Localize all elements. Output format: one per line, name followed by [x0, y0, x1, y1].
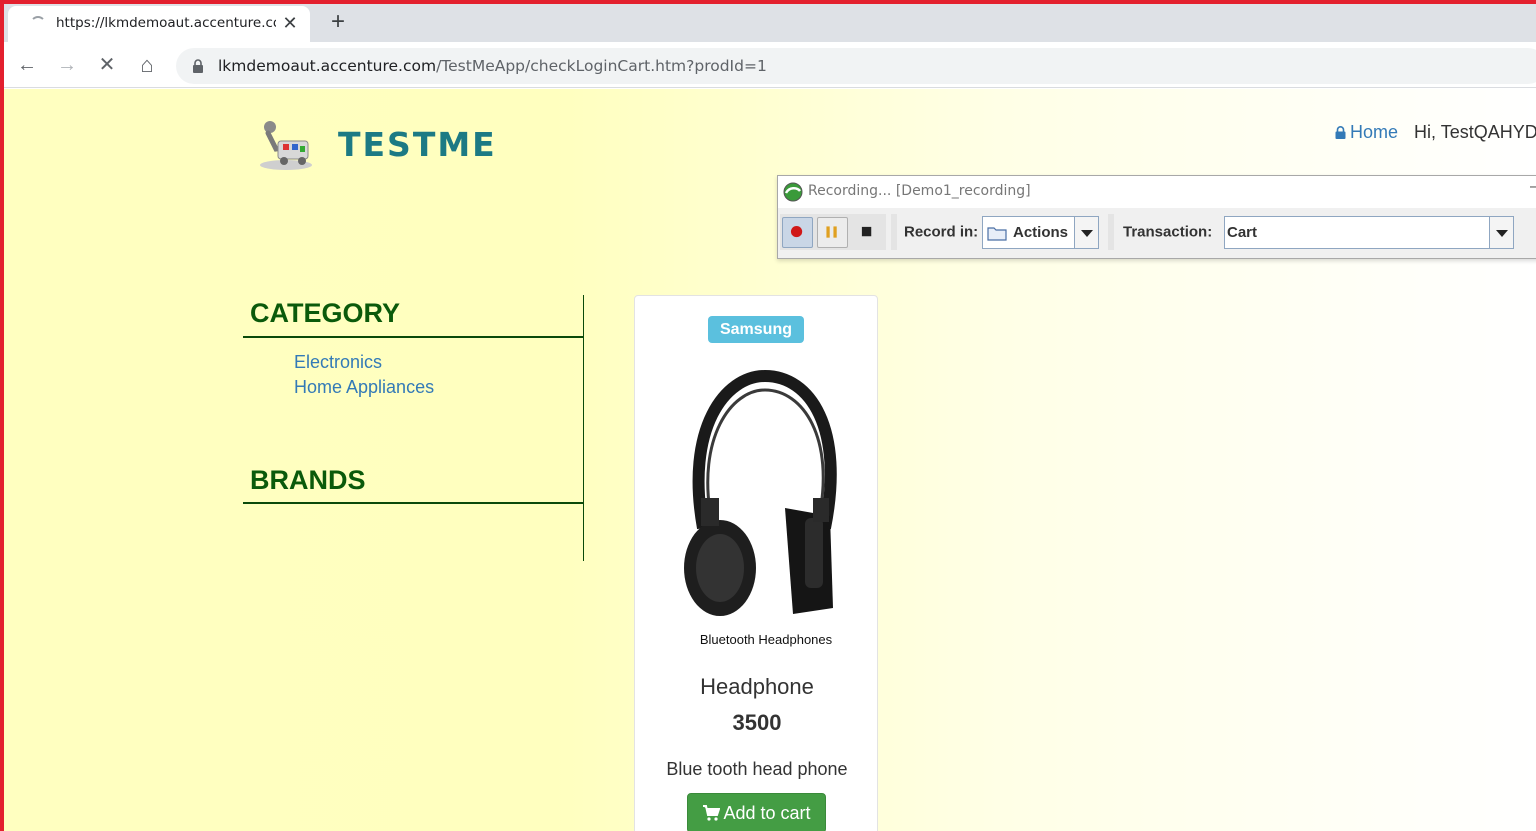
recording-title-bar[interactable]: Recording... [Demo1_recording] –: [778, 176, 1536, 208]
url-host: lkmdemoaut.accenture.com: [218, 57, 437, 75]
back-button[interactable]: ←: [14, 53, 40, 79]
transaction-label: Transaction:: [1123, 223, 1213, 241]
category-link-electronics[interactable]: Electronics: [294, 352, 382, 373]
pause-button[interactable]: [817, 217, 848, 248]
product-image[interactable]: [665, 368, 855, 628]
close-tab-icon[interactable]: ✕: [280, 12, 300, 34]
window-border-left: [0, 0, 4, 831]
forward-button[interactable]: →: [54, 53, 80, 79]
browser-tab[interactable]: https://lkmdemoaut.accenture.com ✕: [8, 6, 310, 42]
pause-icon: [826, 226, 837, 238]
toolbar-separator: [891, 214, 897, 250]
home-link-label: Home: [1350, 122, 1399, 142]
home-link[interactable]: Home: [1335, 122, 1398, 142]
brands-divider: [243, 502, 584, 504]
url-path: /TestMeApp/checkLoginCart.htm?prodId=1: [436, 57, 767, 75]
add-to-cart-button[interactable]: Add to cart: [687, 793, 826, 831]
home-button[interactable]: ⌂: [134, 53, 160, 79]
lock-icon: [1335, 126, 1346, 139]
logo-text[interactable]: TESTME: [338, 125, 497, 164]
chevron-down-icon[interactable]: [1489, 217, 1513, 248]
product-price: 3500: [732, 710, 782, 735]
stop-icon: [861, 226, 872, 237]
folder-icon: [987, 227, 1007, 241]
loading-spinner-icon: [30, 16, 46, 32]
toolbar-separator: [1108, 214, 1114, 250]
new-tab-button[interactable]: +: [325, 10, 351, 36]
tab-strip: https://lkmdemoaut.accenture.com ✕ +: [0, 4, 1536, 42]
chevron-down-icon[interactable]: [1074, 217, 1098, 248]
record-in-dropdown[interactable]: Actions: [982, 216, 1099, 249]
user-greeting: Hi, TestQAHYD: [1414, 122, 1536, 142]
lock-icon: [193, 59, 203, 73]
product-name: Headphone: [700, 674, 814, 699]
transaction-value: Cart: [1227, 224, 1258, 241]
product-card: Samsung Bluetooth Headphones Headphone 3…: [634, 295, 878, 831]
record-button[interactable]: [782, 217, 813, 248]
product-image-caption: Bluetooth Headphones: [699, 632, 833, 647]
recording-window: Recording... [Demo1_recording] – Record …: [777, 175, 1536, 259]
sidebar: CATEGORY Electronics Home Appliances BRA…: [243, 295, 584, 561]
record-icon: [790, 225, 803, 238]
shopping-cart-icon: [703, 805, 721, 821]
tab-title: https://lkmdemoaut.accenture.com: [56, 15, 276, 31]
category-heading: CATEGORY: [250, 298, 401, 328]
minimize-button[interactable]: –: [1530, 178, 1536, 196]
recording-controls: [780, 214, 886, 250]
header-nav: Home Hi, TestQAHYD: [1335, 122, 1536, 143]
category-link-home-appliances[interactable]: Home Appliances: [294, 377, 434, 398]
brand-badge: Samsung: [708, 316, 804, 343]
transaction-dropdown[interactable]: Cart: [1224, 216, 1514, 249]
category-divider: [243, 336, 584, 338]
record-in-label: Record in:: [904, 223, 979, 241]
logo-icon[interactable]: [256, 119, 316, 171]
url-text[interactable]: lkmdemoaut.accenture.com/TestMeApp/check…: [218, 57, 767, 75]
stop-loading-button[interactable]: ✕: [94, 53, 120, 79]
browser-toolbar: ← → ✕ ⌂ lkmdemoaut.accenture.com/TestMeA…: [0, 42, 1536, 88]
record-in-value: Actions: [1013, 224, 1069, 241]
add-to-cart-label: Add to cart: [723, 803, 811, 823]
recording-title: Recording... [Demo1_recording]: [808, 183, 1031, 199]
recorder-app-icon: [783, 182, 803, 202]
product-description: Blue tooth head phone: [666, 759, 848, 779]
address-bar[interactable]: lkmdemoaut.accenture.com/TestMeApp/check…: [176, 48, 1536, 84]
brands-heading: BRANDS: [250, 465, 366, 495]
stop-button[interactable]: [852, 217, 883, 248]
